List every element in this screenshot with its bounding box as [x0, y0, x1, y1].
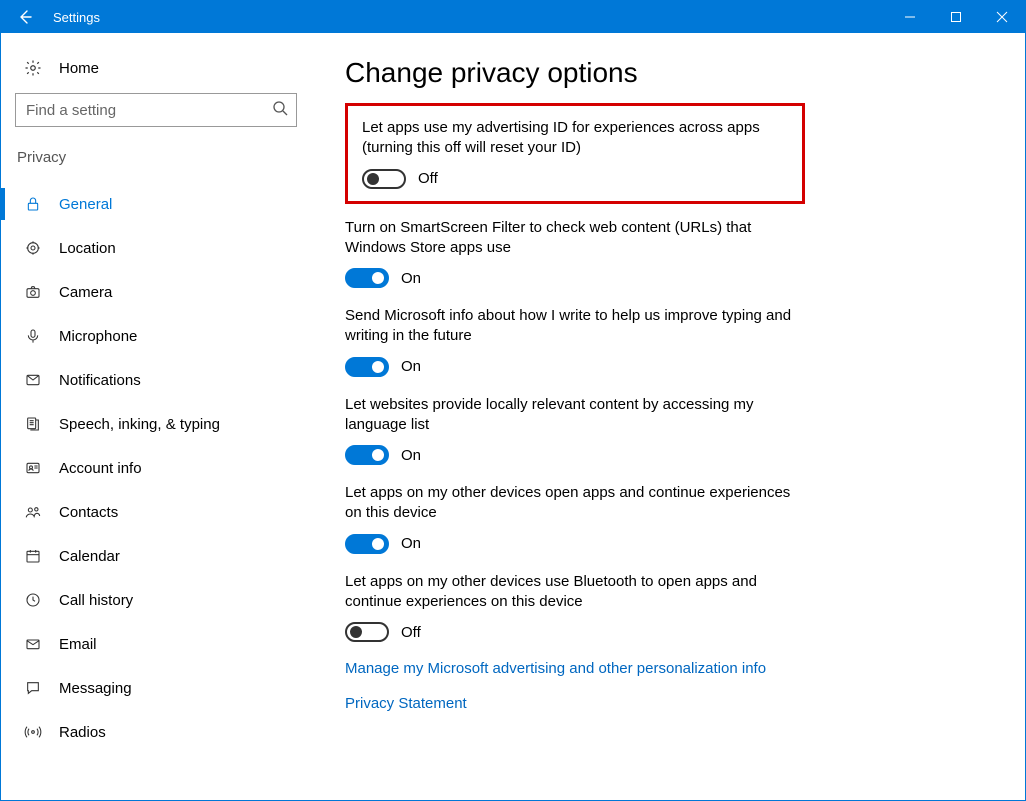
sidebar-item-label: Calendar: [45, 548, 120, 565]
sidebar: Home Find a setting Privacy General Locat…: [1, 33, 311, 800]
toggle-state-label: Off: [418, 170, 438, 187]
setting-description: Let apps on my other devices use Bluetoo…: [345, 572, 795, 613]
main-content: Change privacy options Let apps use my a…: [311, 33, 1025, 800]
toggle-state-label: On: [401, 447, 421, 464]
search-icon: [272, 100, 288, 120]
toggle-row: Off: [362, 169, 788, 189]
setting-description: Send Microsoft info about how I write to…: [345, 306, 795, 347]
microphone-icon: [21, 328, 45, 344]
sidebar-item-label: Messaging: [45, 680, 132, 697]
toggle-state-label: On: [401, 358, 421, 375]
sidebar-item-label: Call history: [45, 592, 133, 609]
settings-window: Settings Home: [0, 0, 1026, 801]
sidebar-item-camera[interactable]: Camera: [15, 270, 297, 314]
toggle-switch[interactable]: [345, 622, 389, 642]
sidebar-nav-list: General Location Camera Microphone Notificat…: [15, 182, 297, 754]
account-icon: [21, 460, 45, 476]
radios-icon: [21, 724, 45, 740]
toggle-switch[interactable]: [345, 268, 389, 288]
sidebar-item-email[interactable]: Email: [15, 622, 297, 666]
highlight-box: Let apps use my advertising ID for exper…: [345, 103, 805, 204]
toggle-row: Off: [345, 622, 795, 642]
back-arrow-icon: [17, 9, 33, 25]
sidebar-item-account-info[interactable]: Account info: [15, 446, 297, 490]
home-label: Home: [45, 60, 99, 77]
notifications-icon: [21, 372, 45, 388]
sidebar-item-speech-inking-typing[interactable]: Speech, inking, & typing: [15, 402, 297, 446]
privacy-link[interactable]: Privacy Statement: [345, 695, 985, 712]
setting-description: Let websites provide locally relevant co…: [345, 395, 795, 436]
setting-group: Let websites provide locally relevant co…: [345, 395, 795, 466]
call-history-icon: [21, 592, 45, 608]
privacy-link[interactable]: Manage my Microsoft advertising and othe…: [345, 660, 985, 677]
toggle-switch[interactable]: [362, 169, 406, 189]
sidebar-item-label: General: [45, 196, 112, 213]
back-button[interactable]: [1, 1, 49, 33]
sidebar-item-radios[interactable]: Radios: [15, 710, 297, 754]
sidebar-item-label: Microphone: [45, 328, 137, 345]
location-icon: [21, 240, 45, 256]
toggle-row: On: [345, 445, 795, 465]
sidebar-item-microphone[interactable]: Microphone: [15, 314, 297, 358]
titlebar: Settings: [1, 1, 1025, 33]
setting-description: Let apps use my advertising ID for exper…: [362, 118, 788, 159]
lock-icon: [21, 196, 45, 212]
toggle-switch[interactable]: [345, 534, 389, 554]
sidebar-item-label: Speech, inking, & typing: [45, 416, 220, 433]
setting-group: Let apps on my other devices open apps a…: [345, 483, 795, 554]
sidebar-item-call-history[interactable]: Call history: [15, 578, 297, 622]
sidebar-item-label: Camera: [45, 284, 112, 301]
sidebar-item-general[interactable]: General: [15, 182, 297, 226]
sidebar-item-label: Location: [45, 240, 116, 257]
setting-group: Let apps use my advertising ID for exper…: [362, 118, 788, 189]
setting-description: Turn on SmartScreen Filter to check web …: [345, 218, 795, 259]
toggle-state-label: On: [401, 535, 421, 552]
sidebar-item-contacts[interactable]: Contacts: [15, 490, 297, 534]
setting-description: Let apps on my other devices open apps a…: [345, 483, 795, 524]
toggle-row: On: [345, 268, 795, 288]
home-nav[interactable]: Home: [15, 55, 297, 93]
setting-group: Send Microsoft info about how I write to…: [345, 306, 795, 377]
toggle-switch[interactable]: [345, 357, 389, 377]
contacts-icon: [21, 504, 45, 520]
sidebar-item-label: Account info: [45, 460, 142, 477]
sidebar-section-label: Privacy: [15, 149, 297, 172]
speech-icon: [21, 416, 45, 432]
minimize-button[interactable]: [887, 1, 933, 33]
sidebar-item-location[interactable]: Location: [15, 226, 297, 270]
toggle-state-label: On: [401, 270, 421, 287]
sidebar-item-label: Email: [45, 636, 97, 653]
sidebar-item-notifications[interactable]: Notifications: [15, 358, 297, 402]
toggle-row: On: [345, 534, 795, 554]
sidebar-item-label: Radios: [45, 724, 106, 741]
setting-group: Turn on SmartScreen Filter to check web …: [345, 218, 795, 289]
toggle-state-label: Off: [401, 624, 421, 641]
search-input[interactable]: Find a setting: [15, 93, 297, 127]
setting-group: Let apps on my other devices use Bluetoo…: [345, 572, 795, 643]
close-button[interactable]: [979, 1, 1025, 33]
page-title: Change privacy options: [345, 57, 985, 89]
calendar-icon: [21, 548, 45, 564]
sidebar-item-messaging[interactable]: Messaging: [15, 666, 297, 710]
camera-icon: [21, 284, 45, 300]
sidebar-item-calendar[interactable]: Calendar: [15, 534, 297, 578]
maximize-button[interactable]: [933, 1, 979, 33]
toggle-switch[interactable]: [345, 445, 389, 465]
search-placeholder: Find a setting: [26, 102, 272, 119]
sidebar-item-label: Contacts: [45, 504, 118, 521]
window-title: Settings: [49, 10, 100, 25]
messaging-icon: [21, 680, 45, 696]
toggle-row: On: [345, 357, 795, 377]
sidebar-item-label: Notifications: [45, 372, 141, 389]
email-icon: [21, 636, 45, 652]
gear-icon: [21, 59, 45, 77]
